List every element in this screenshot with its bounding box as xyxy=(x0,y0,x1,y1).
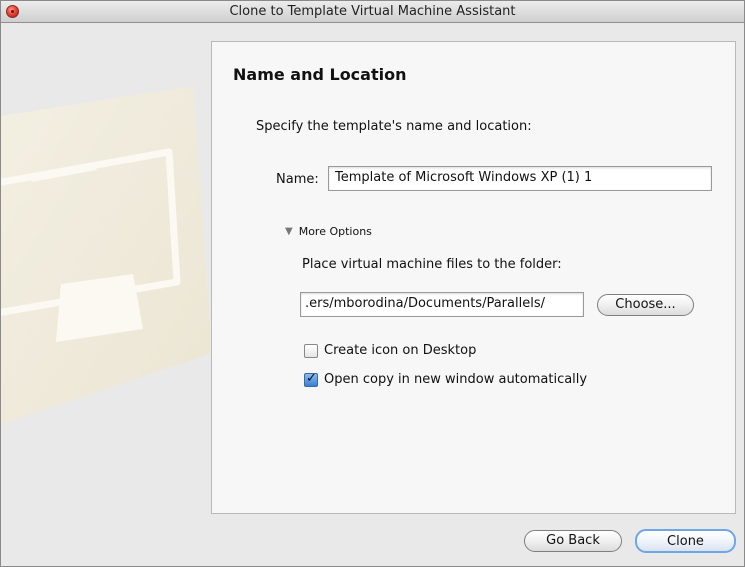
folder-path-input[interactable]: .ers/mborodina/Documents/Parallels/ xyxy=(300,292,584,317)
page-title: Name and Location xyxy=(233,65,407,84)
window-title: Clone to Template Virtual Machine Assist… xyxy=(229,4,516,19)
create-desktop-icon-checkbox[interactable]: Create icon on Desktop xyxy=(304,343,476,358)
checkbox-checked-icon xyxy=(304,371,318,387)
checkbox-unchecked-icon xyxy=(304,343,318,358)
folder-label: Place virtual machine files to the folde… xyxy=(302,257,562,272)
clone-button[interactable]: Clone xyxy=(635,529,736,553)
template-name-input[interactable]: Template of Microsoft Windows XP (1) 1 xyxy=(328,166,712,191)
more-options-label: More Options xyxy=(298,225,372,238)
assistant-illustration xyxy=(1,24,210,544)
name-label: Name: xyxy=(276,172,319,187)
title-bar[interactable]: Clone to Template Virtual Machine Assist… xyxy=(1,1,744,23)
checkbox-label: Create icon on Desktop xyxy=(324,343,477,358)
checkbox-label: Open copy in new window automatically xyxy=(324,372,588,387)
go-back-button[interactable]: Go Back xyxy=(524,530,622,552)
virtual-machine-art-icon xyxy=(1,86,210,424)
step-description: Specify the template's name and location… xyxy=(256,119,532,134)
more-options-toggle[interactable]: ▼ More Options xyxy=(285,225,372,238)
content-panel xyxy=(211,41,736,514)
disclosure-triangle-icon: ▼ xyxy=(285,226,293,237)
open-in-new-window-checkbox[interactable]: Open copy in new window automatically xyxy=(304,371,588,387)
assistant-window: Clone to Template Virtual Machine Assist… xyxy=(0,0,745,567)
choose-folder-button[interactable]: Choose... xyxy=(597,294,694,316)
